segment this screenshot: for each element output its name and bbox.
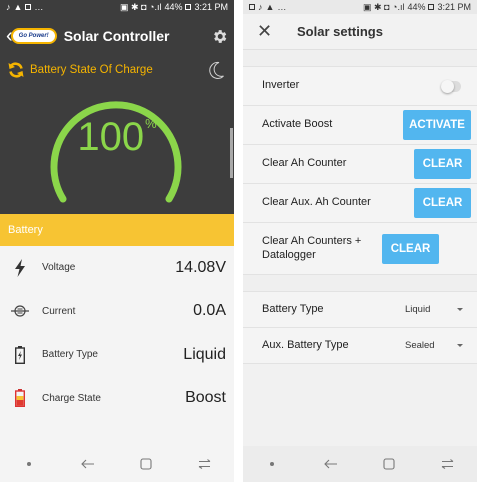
aux-battery-type-value: Sealed: [405, 340, 435, 351]
signal-icons: ▣ ✱ ◘ ◔.ıl: [363, 1, 405, 12]
battery-section-header: Battery: [0, 214, 234, 246]
boost-label: Activate Boost: [262, 118, 333, 131]
voltage-row: Voltage 14.08V: [0, 246, 234, 290]
voltage-value: 14.08V: [175, 258, 226, 276]
gallery-icon: [25, 4, 32, 10]
battery-type-label: Battery Type: [42, 349, 98, 361]
battery-charge-icon: [10, 388, 30, 408]
clear-all-label: Clear Ah Counters + Datalogger: [262, 234, 362, 261]
recents-icon[interactable]: [195, 454, 215, 474]
warning-icon: ▲: [265, 2, 275, 12]
current-row: Current 0.0A: [0, 290, 234, 334]
battery-type-value: Liquid: [405, 304, 431, 315]
android-nav-bar: [0, 446, 234, 482]
battery-type-row: Battery Type Liquid: [0, 333, 234, 377]
charge-percentage: 100%: [77, 115, 157, 159]
back-button[interactable]: ‹ Go Power!: [6, 26, 57, 46]
solar-controller-screen: ♪ ▲ … ▣ ✱ ◘ ◔.ıl 44% 3:21 PM ‹ Go Power!…: [0, 0, 234, 482]
gallery-icon: [249, 4, 255, 10]
solar-settings-screen: ♪ ▲ … ▣ ✱ ◘ ◔.ıl 44% 3:21 PM ✕ Solar set…: [243, 0, 477, 482]
clear-ah-label: Clear Ah Counter: [262, 157, 347, 170]
notification-icon: ♪: [6, 2, 11, 12]
battery-gauge-panel: Battery State Of Charge 100%: [0, 58, 234, 214]
battery-percent: 44%: [407, 2, 426, 12]
page-title: Solar settings: [297, 24, 383, 39]
clear-ah-button[interactable]: CLEAR: [414, 149, 471, 179]
charge-state-row: Charge State Boost: [0, 377, 234, 421]
settings-header: ✕ Solar settings: [243, 14, 477, 50]
battery-type-row: Battery Type Liquid: [243, 292, 477, 328]
boost-row: Activate Boost ACTIVATE: [243, 106, 477, 145]
current-icon: [10, 301, 30, 321]
recents-icon[interactable]: [438, 454, 458, 474]
go-power-logo: Go Power!: [10, 28, 57, 44]
charge-state-label: Charge State: [42, 392, 101, 404]
inverter-label: Inverter: [262, 79, 300, 92]
home-icon[interactable]: [136, 454, 156, 474]
voltage-label: Voltage: [42, 262, 76, 274]
current-value: 0.0A: [193, 302, 226, 320]
app-header: ‹ Go Power! Solar Controller: [0, 14, 234, 58]
notification-icon: ♪: [258, 2, 263, 12]
dropdown-caret-icon: [457, 344, 463, 347]
close-icon[interactable]: ✕: [257, 21, 275, 42]
aux-battery-type-label: Aux. Battery Type: [262, 338, 349, 351]
status-bar: ♪ ▲ … ▣ ✱ ◘ ◔.ıl 44% 3:21 PM: [243, 0, 477, 14]
charge-state-value: Boost: [185, 389, 226, 407]
battery-type-select[interactable]: Liquid: [405, 304, 463, 315]
back-arrow-icon[interactable]: [78, 454, 98, 474]
notification-icons: ♪ ▲ …: [6, 2, 44, 12]
inverter-row: Inverter: [243, 67, 477, 106]
battery-type-icon: [10, 345, 30, 365]
status-bar: ♪ ▲ … ▣ ✱ ◘ ◔.ıl 44% 3:21 PM: [0, 0, 234, 14]
current-label: Current: [42, 305, 76, 317]
activate-boost-button[interactable]: ACTIVATE: [403, 110, 471, 140]
android-nav-bar: [243, 446, 477, 482]
clock: 3:21 PM: [437, 2, 471, 12]
scroll-indicator: [230, 128, 233, 178]
home-icon[interactable]: [379, 454, 399, 474]
dropdown-caret-icon: [457, 308, 463, 311]
gear-icon[interactable]: [210, 27, 228, 45]
dot-icon[interactable]: [262, 454, 282, 474]
clear-aux-ah-row: Clear Aux. Ah Counter CLEAR: [243, 184, 477, 223]
aux-battery-type-select[interactable]: Sealed: [405, 340, 463, 351]
battery-stats-list: Voltage 14.08V Current 0.0A Battery Type…: [0, 246, 234, 420]
battery-icon: [428, 4, 435, 10]
clear-ah-row: Clear Ah Counter CLEAR: [243, 145, 477, 184]
moon-icon: [206, 60, 226, 80]
lightning-icon: [10, 258, 30, 278]
inverter-toggle[interactable]: [441, 79, 461, 93]
notification-icons: ♪ ▲ …: [249, 2, 286, 12]
aux-battery-type-row: Aux. Battery Type Sealed: [243, 328, 477, 364]
back-arrow-icon[interactable]: [321, 454, 341, 474]
battery-type-label: Battery Type: [262, 302, 324, 315]
signal-icons: ▣ ✱ ◘ ◔.ıl: [120, 1, 162, 12]
page-title: Solar Controller: [63, 28, 170, 44]
battery-icon: [185, 4, 192, 10]
battery-percent: 44%: [164, 2, 183, 12]
gauge-title: Battery State Of Charge: [30, 64, 153, 76]
refresh-icon[interactable]: [6, 60, 26, 80]
dot-icon[interactable]: [19, 454, 39, 474]
clear-all-row: Clear Ah Counters + Datalogger CLEAR: [243, 223, 477, 275]
warning-icon: ▲: [13, 2, 23, 12]
battery-type-value: Liquid: [183, 345, 226, 363]
clock: 3:21 PM: [194, 2, 228, 12]
clear-aux-ah-label: Clear Aux. Ah Counter: [262, 196, 371, 209]
clear-aux-ah-button[interactable]: CLEAR: [414, 188, 471, 218]
clear-all-button[interactable]: CLEAR: [382, 233, 439, 264]
